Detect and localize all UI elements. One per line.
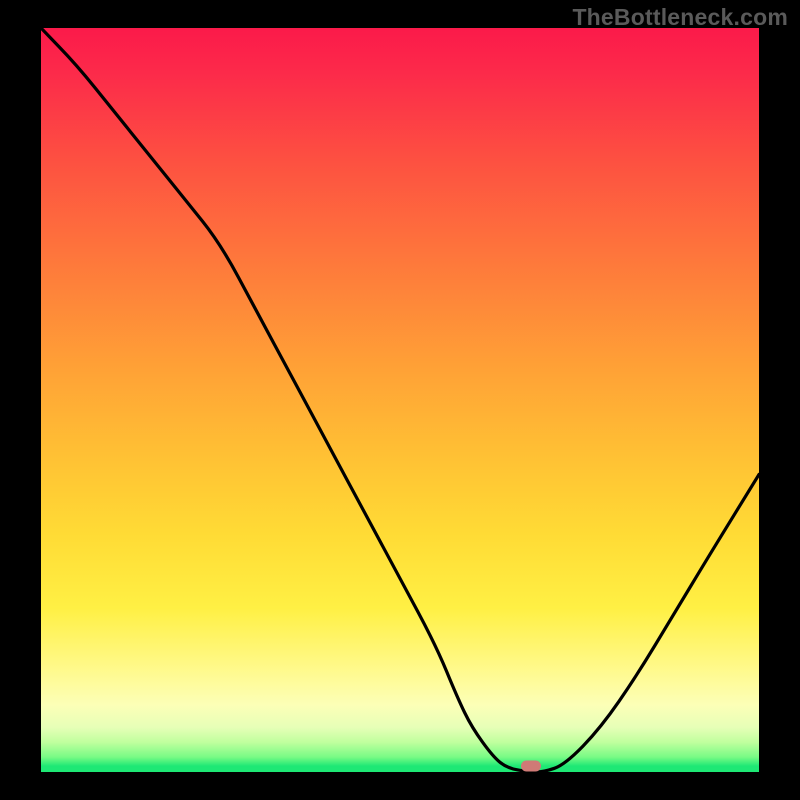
chart-frame: TheBottleneck.com <box>0 0 800 800</box>
plot-area <box>41 28 759 772</box>
optimal-marker <box>521 761 541 772</box>
curve-path <box>41 28 759 772</box>
watermark-text: TheBottleneck.com <box>572 4 788 31</box>
bottleneck-curve <box>41 28 759 772</box>
